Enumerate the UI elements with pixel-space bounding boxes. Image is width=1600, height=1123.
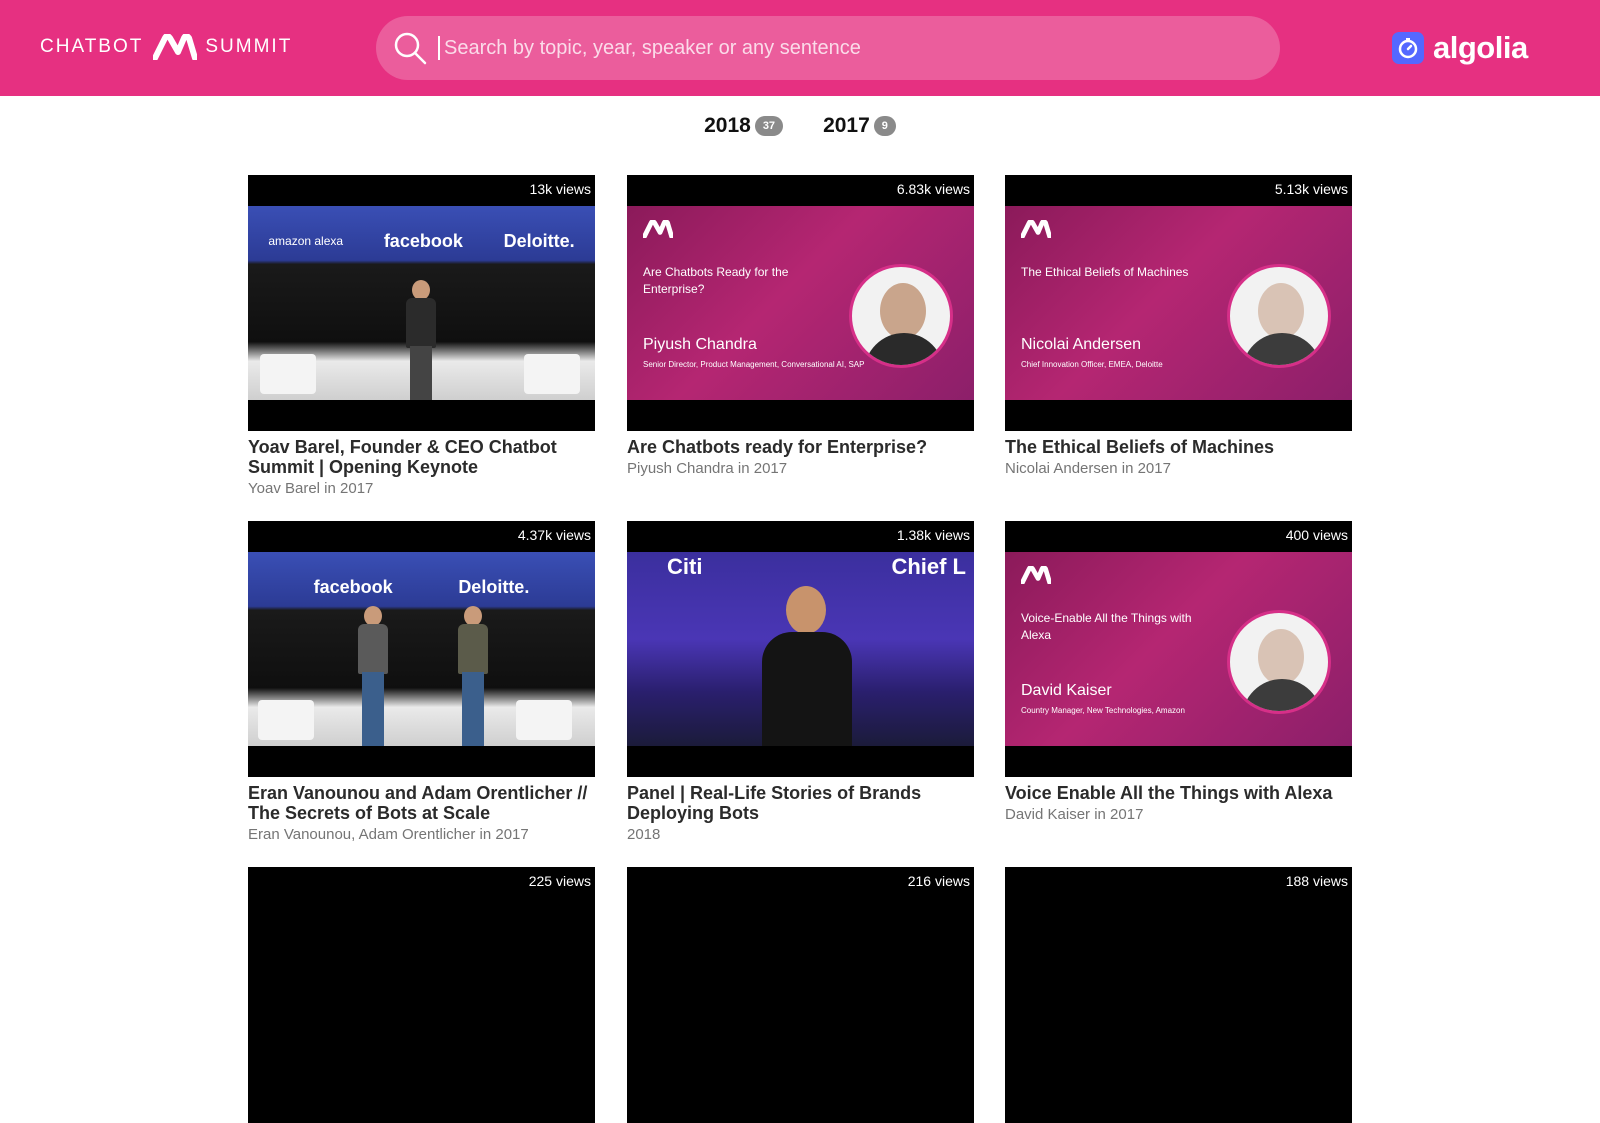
video-title[interactable]: Eran Vanounou and Adam Orentlicher // Th… — [248, 783, 595, 823]
speaker-figure — [406, 280, 436, 400]
algolia-stopwatch-icon — [1392, 32, 1424, 64]
speaker-portrait — [1227, 264, 1331, 368]
slide-title: Voice-Enable All the Things with Alexa — [1021, 611, 1192, 642]
stage-chair — [258, 700, 314, 740]
slide-speaker-role: Country Manager, New Technologies, Amazo… — [1021, 706, 1185, 715]
video-meta: Nicolai Andersen in 2017 — [1005, 460, 1171, 477]
view-count: 6.83k views — [896, 181, 970, 197]
view-count: 225 views — [528, 873, 591, 889]
slide-title: Are Chatbots Ready for the Enterprise? — [643, 265, 789, 296]
stage-banner: facebook Deloitte. — [248, 574, 595, 600]
video-card[interactable]: Voice-Enable All the Things with Alexa D… — [1005, 521, 1352, 824]
video-thumbnail[interactable]: 225 views — [248, 867, 595, 1123]
speaker-portrait — [1227, 610, 1331, 714]
video-meta: Eran Vanounou, Adam Orentlicher in 2017 — [248, 826, 529, 843]
slide-speaker-name: David Kaiser — [1021, 682, 1112, 699]
banner-text: Chief L — [891, 554, 966, 579]
video-meta: Yoav Barel in 2017 — [248, 480, 374, 497]
video-card[interactable]: facebook Deloitte. 4.37k views Eran Vano… — [248, 521, 595, 844]
video-card[interactable]: amazon alexa facebook Deloitte. 13k view… — [248, 175, 595, 498]
year-label: 2017 — [823, 114, 870, 137]
stage-banner: Citi Chief L — [627, 554, 974, 580]
video-thumbnail[interactable]: Are Chatbots Ready for the Enterprise? P… — [627, 175, 974, 431]
video-card[interactable]: Citi Chief L 1.38k views Panel | Real-Li… — [627, 521, 974, 844]
speaker-figure — [358, 606, 388, 746]
slide-frame: Voice-Enable All the Things with Alexa D… — [1005, 552, 1352, 746]
stage-frame: amazon alexa facebook Deloitte. — [248, 206, 595, 400]
video-thumbnail[interactable]: Citi Chief L 1.38k views — [627, 521, 974, 777]
view-count: 5.13k views — [1274, 181, 1348, 197]
slide-speaker-name: Nicolai Andersen — [1021, 336, 1142, 353]
brand-left-text: CHATBOT — [40, 36, 144, 57]
speaker-portrait — [849, 264, 953, 368]
video-title[interactable]: Voice Enable All the Things with Alexa — [1005, 783, 1352, 803]
year-label: 2018 — [704, 114, 751, 137]
video-meta: Piyush Chandra in 2017 — [627, 460, 788, 477]
year-facet-2017[interactable]: 2017 9 — [823, 114, 896, 138]
chatbot-summit-logo[interactable]: CHATBOT SUMMIT — [40, 32, 292, 62]
video-thumbnail[interactable]: Voice-Enable All the Things with Alexa D… — [1005, 521, 1352, 777]
panel-frame: Citi Chief L — [627, 552, 974, 746]
chatbot-summit-mark-icon — [153, 34, 198, 60]
stage-chair — [260, 354, 316, 394]
search-input[interactable] — [438, 36, 1258, 60]
video-card[interactable]: Are Chatbots Ready for the Enterprise? P… — [627, 175, 974, 478]
slide-frame: Are Chatbots Ready for the Enterprise? P… — [627, 206, 974, 400]
video-meta: David Kaiser in 2017 — [1005, 806, 1144, 823]
slide-speaker-name: Piyush Chandra — [643, 336, 757, 353]
video-card[interactable]: 225 views — [248, 867, 595, 1123]
chatbot-summit-mark-icon — [1019, 219, 1053, 243]
banner-text: Citi — [667, 554, 703, 579]
year-facets: 2018 37 2017 9 — [0, 114, 1600, 138]
brand-right-text: SUMMIT — [205, 36, 293, 57]
banner-text: facebook — [313, 576, 393, 597]
video-thumbnail[interactable]: facebook Deloitte. 4.37k views — [248, 521, 595, 777]
video-card[interactable]: The Ethical Beliefs of Machines Nicolai … — [1005, 175, 1352, 478]
top-header: CHATBOT SUMMIT algolia — [0, 0, 1600, 96]
view-count: 400 views — [1285, 527, 1348, 543]
chatbot-summit-mark-icon — [1019, 565, 1053, 589]
panel-speaker-figure — [762, 586, 852, 746]
year-facet-2018[interactable]: 2018 37 — [704, 114, 784, 138]
algolia-logo[interactable]: algolia — [1392, 30, 1528, 66]
video-thumbnail[interactable]: 216 views — [627, 867, 974, 1123]
view-count: 188 views — [1285, 873, 1348, 889]
banner-text: amazon alexa — [268, 234, 344, 248]
stage-frame: facebook Deloitte. — [248, 552, 595, 746]
video-thumbnail[interactable]: The Ethical Beliefs of Machines Nicolai … — [1005, 175, 1352, 431]
speaker-figure — [458, 606, 488, 746]
slide-speaker-role: Chief Innovation Officer, EMEA, Deloitte — [1021, 360, 1163, 369]
view-count: 216 views — [907, 873, 970, 889]
slide-speaker-role: Senior Director, Product Management, Con… — [643, 360, 865, 369]
search-icon[interactable] — [392, 30, 428, 66]
slide-title: The Ethical Beliefs of Machines — [1021, 265, 1189, 279]
video-thumbnail[interactable]: amazon alexa facebook Deloitte. 13k view… — [248, 175, 595, 431]
video-meta: 2018 — [627, 826, 661, 843]
banner-text: facebook — [383, 230, 463, 251]
banner-text: Deloitte. — [458, 576, 530, 597]
video-card[interactable]: 216 views — [627, 867, 974, 1123]
chatbot-summit-mark-icon — [641, 219, 675, 243]
stage-chair — [524, 354, 580, 394]
year-count-badge: 9 — [873, 116, 896, 136]
video-title[interactable]: Yoav Barel, Founder & CEO Chatbot Summit… — [248, 437, 595, 477]
video-title[interactable]: The Ethical Beliefs of Machines — [1005, 437, 1352, 457]
year-count-badge: 37 — [754, 116, 784, 136]
video-title[interactable]: Are Chatbots ready for Enterprise? — [627, 437, 974, 457]
video-title[interactable]: Panel | Real-Life Stories of Brands Depl… — [627, 783, 974, 823]
view-count: 13k views — [529, 181, 591, 197]
video-card[interactable]: 188 views — [1005, 867, 1352, 1123]
view-count: 1.38k views — [896, 527, 970, 543]
stage-chair — [516, 700, 572, 740]
stage-banner: amazon alexa facebook Deloitte. — [248, 228, 595, 254]
slide-frame: The Ethical Beliefs of Machines Nicolai … — [1005, 206, 1352, 400]
banner-text: Deloitte. — [503, 230, 575, 251]
search-bar — [376, 16, 1280, 80]
video-thumbnail[interactable]: 188 views — [1005, 867, 1352, 1123]
view-count: 4.37k views — [517, 527, 591, 543]
algolia-wordmark: algolia — [1433, 30, 1528, 65]
